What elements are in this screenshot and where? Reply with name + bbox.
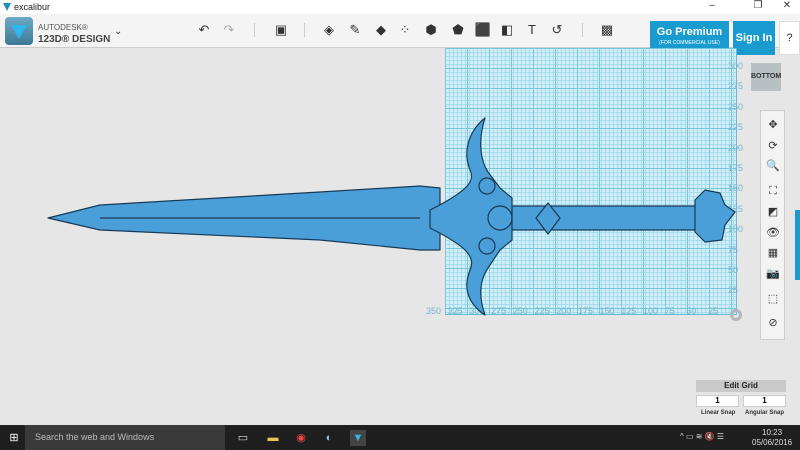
pan-icon[interactable]: ✥ — [765, 117, 781, 133]
angular-snap-label: Angular Snap — [745, 410, 785, 416]
linear-snap-input[interactable]: 1 — [696, 395, 739, 407]
steam-icon[interactable]: ◐ — [321, 430, 337, 446]
side-panel-toggle[interactable] — [795, 210, 800, 280]
chrome-icon[interactable]: ◉ — [293, 430, 309, 446]
edit-grid-button[interactable]: Edit Grid — [696, 380, 786, 392]
orbit-icon[interactable]: ⟳ — [765, 138, 781, 154]
navigation-toolbar: ✥ ⟳ 🔍 ⛶ ◩ 👁 ▦ 📷 ⬚ ⊘ — [760, 110, 785, 340]
linear-snap-label: Linear Snap — [701, 410, 736, 416]
time: 10:23 — [762, 428, 783, 437]
materials-icon[interactable]: ▦ — [765, 245, 781, 261]
file-explorer-icon[interactable]: ▬ — [265, 430, 281, 446]
taskbar-search[interactable]: Search the web and Windows — [25, 425, 225, 450]
view-cube[interactable]: BOTTOM — [751, 63, 781, 91]
zoom-icon[interactable]: 🔍 — [765, 158, 781, 174]
guard-gem-bottom — [478, 237, 496, 255]
windows-start-icon[interactable]: ⊞ — [6, 430, 22, 446]
guard-gem — [487, 205, 513, 231]
fit-icon[interactable]: ⛶ — [765, 183, 781, 199]
sword-model[interactable] — [0, 0, 800, 450]
hide-icon[interactable]: ⊘ — [765, 315, 781, 331]
select-icon[interactable]: ⬚ — [765, 291, 781, 307]
camera-icon[interactable]: 📷 — [765, 266, 781, 282]
angular-snap-input[interactable]: 1 — [743, 395, 786, 407]
123d-design-taskbar-icon[interactable]: ▼ — [350, 430, 366, 446]
views-icon[interactable]: ◩ — [765, 204, 781, 220]
task-view-icon[interactable]: ▭ — [235, 430, 251, 446]
system-tray[interactable]: ^ ▭ ≋ 🔇 ☰ — [680, 432, 724, 441]
date: 05/06/2016 — [752, 438, 793, 447]
clock[interactable]: 10:23 05/06/2016 — [752, 428, 792, 448]
pommel — [694, 189, 736, 243]
taskbar: ⊞ Search the web and Windows ▭ ▬ ◉ ◐ ▼ ^… — [0, 425, 800, 450]
visibility-icon[interactable]: 👁 — [765, 225, 781, 241]
guard-gem-top — [478, 177, 496, 195]
